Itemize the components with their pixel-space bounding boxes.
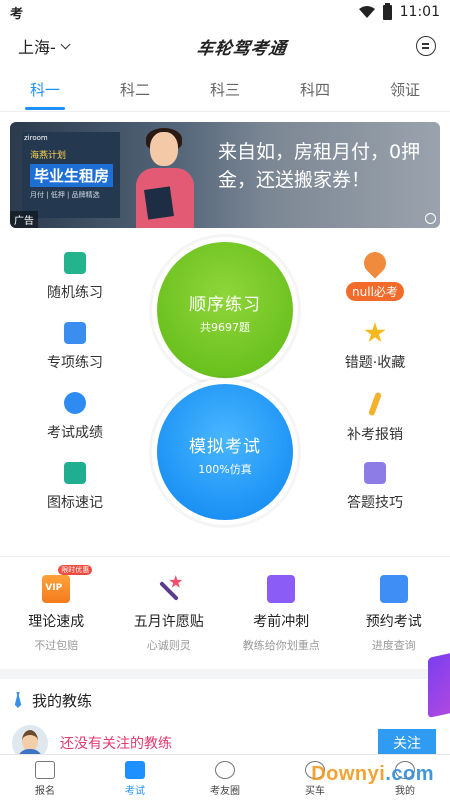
service-title: 理论速成 (28, 614, 85, 630)
poster-sub-text: 月付 | 低押 | 品牌精选 (30, 191, 100, 199)
sequential-title: 顺序练习 (189, 295, 261, 315)
random-practice-button[interactable]: 随机练习 (25, 252, 125, 302)
pin-icon (64, 322, 86, 344)
service-subtitle: 进度查询 (371, 639, 416, 652)
sequential-practice-button[interactable]: 顺序练习 共9697题 (157, 242, 293, 378)
mock-exam-title: 模拟考试 (189, 437, 261, 457)
floating-promo-ribbon[interactable] (428, 652, 450, 718)
tab-subject-4[interactable]: 科四 (270, 68, 360, 112)
tab-license[interactable]: 领证 (360, 68, 450, 112)
document-icon (364, 462, 386, 484)
banner-slogan: 来自如，房租月付，0押金，还送搬家券！ (218, 141, 421, 191)
no-coach-text: 还没有关注的教练 (60, 736, 172, 752)
wifi-icon (358, 6, 375, 18)
book-icon (267, 575, 296, 603)
image-icon (64, 462, 86, 484)
service-subtitle: 教练给你划重点 (242, 639, 320, 652)
vip-icon: 限时优惠 (42, 565, 93, 603)
practice-area: 随机练习 专项练习 考试成绩 图标速记 顺序练习 共9697题 模拟考试 100… (0, 242, 450, 542)
nav-community[interactable]: 考友圈 (180, 755, 270, 800)
random-practice-label: 随机练习 (47, 285, 103, 301)
magic-wand-icon (155, 575, 183, 603)
banner-poster: ziroom 海燕计划 毕业生租房 月付 | 低押 | 品牌精选 (22, 132, 120, 218)
sequential-count: 共9697题 (200, 321, 250, 334)
mock-exam-sub: 100%仿真 (198, 463, 252, 476)
banner-person-image (128, 126, 202, 228)
watermark-tld: .com (385, 763, 434, 785)
watermark-main: Downyi (311, 763, 386, 785)
ad-banner[interactable]: ziroom 海燕计划 毕业生租房 月付 | 低押 | 品牌精选 来自如，房租月… (10, 122, 440, 228)
nav-label: 考试 (125, 786, 145, 797)
my-coach-title: 我的教练 (32, 691, 93, 710)
tab-subject-3[interactable]: 科三 (180, 68, 270, 112)
status-left-text: 考 (10, 6, 24, 22)
star-icon (364, 322, 386, 343)
pre-exam-sprint-button[interactable]: 考前冲刺 教练给你划重点 (225, 575, 338, 669)
retake-refund-label: 补考报销 (347, 427, 403, 443)
nav-register[interactable]: 报名 (0, 755, 90, 800)
city-label: 上海- (18, 38, 56, 57)
status-bar: 考 11:01 (0, 0, 450, 24)
tab-subject-1[interactable]: 科一 (0, 68, 90, 112)
service-title: 五月许愿贴 (133, 614, 204, 630)
section-gap (0, 669, 450, 679)
status-time: 11:01 (399, 4, 440, 20)
pie-chart-icon (64, 392, 86, 414)
limited-offer-badge: 限时优惠 (58, 565, 93, 575)
top-header: 上海- 车轮驾考通 (0, 24, 450, 68)
retake-refund-button[interactable]: 补考报销 (325, 391, 425, 444)
chevron-down-icon (60, 39, 71, 49)
poster-big-text: 毕业生租房 (30, 164, 114, 187)
poster-brand: ziroom (24, 134, 48, 142)
location-pin-icon (359, 247, 391, 279)
theory-crash-course-button[interactable]: 限时优惠 理论速成 不过包赔 (0, 565, 113, 669)
battery-icon (382, 2, 392, 20)
mistakes-favorites-label: 错题·收藏 (344, 355, 406, 371)
nav-label: 买车 (305, 786, 325, 797)
sign-memory-button[interactable]: 图标速记 (25, 462, 125, 512)
must-test-label: null必考 (346, 282, 404, 301)
nav-label: 我的 (395, 786, 415, 797)
mock-exam-button[interactable]: 模拟考试 100%仿真 (157, 384, 293, 520)
pen-icon (368, 391, 382, 417)
service-title: 考前冲刺 (253, 614, 310, 630)
city-selector[interactable]: 上海- (18, 34, 71, 58)
must-test-button[interactable]: null必考 (325, 247, 425, 301)
status-right: 11:01 (358, 2, 440, 20)
service-subtitle: 心诚则灵 (146, 639, 191, 652)
steering-wheel-icon (215, 761, 235, 779)
exam-scores-label: 考试成绩 (47, 425, 103, 441)
follow-button[interactable]: 关注 (378, 729, 436, 757)
wish-post-button[interactable]: 五月许愿贴 心诚则灵 (113, 575, 226, 669)
mistakes-favorites-button[interactable]: 错题·收藏 (325, 322, 425, 372)
answer-tips-button[interactable]: 答题技巧 (325, 462, 425, 512)
topic-practice-label: 专项练习 (47, 355, 103, 371)
subject-tabs: 科一 科二 科三 科四 领证 (0, 68, 450, 112)
nav-label: 报名 (35, 786, 55, 797)
tab-subject-2[interactable]: 科二 (90, 68, 180, 112)
sign-memory-label: 图标速记 (47, 495, 103, 511)
nav-exam[interactable]: 考试 (90, 755, 180, 800)
service-subtitle: 不过包赔 (34, 639, 79, 652)
site-watermark: Downyi.com (311, 763, 434, 786)
answer-tips-label: 答题技巧 (347, 495, 403, 511)
app-title: 车轮驾考通 (195, 38, 289, 59)
book-exam-button[interactable]: 预约考试 进度查询 (338, 575, 450, 669)
topic-practice-button[interactable]: 专项练习 (25, 322, 125, 372)
edit-icon (35, 761, 55, 779)
calendar-icon (379, 575, 408, 603)
message-icon[interactable] (416, 36, 436, 56)
exam-scores-button[interactable]: 考试成绩 (25, 392, 125, 442)
my-coach-header: 我的教练 (0, 679, 450, 721)
tie-icon (14, 692, 22, 708)
shuffle-icon (64, 252, 86, 274)
app-screen: 考 11:01 上海- 车轮驾考通 科一 科二 科三 科四 领证 ziroom … (0, 0, 450, 800)
nav-label: 考友圈 (210, 786, 240, 797)
service-title: 预约考试 (365, 614, 422, 630)
ad-label: 广告 (10, 211, 38, 228)
poster-top-text: 海燕计划 (30, 151, 67, 161)
services-row: 限时优惠 理论速成 不过包赔 五月许愿贴 心诚则灵 考前冲刺 教练给你划重点 预… (0, 557, 450, 669)
ad-info-icon[interactable] (425, 213, 436, 224)
exam-card-icon (125, 761, 145, 779)
